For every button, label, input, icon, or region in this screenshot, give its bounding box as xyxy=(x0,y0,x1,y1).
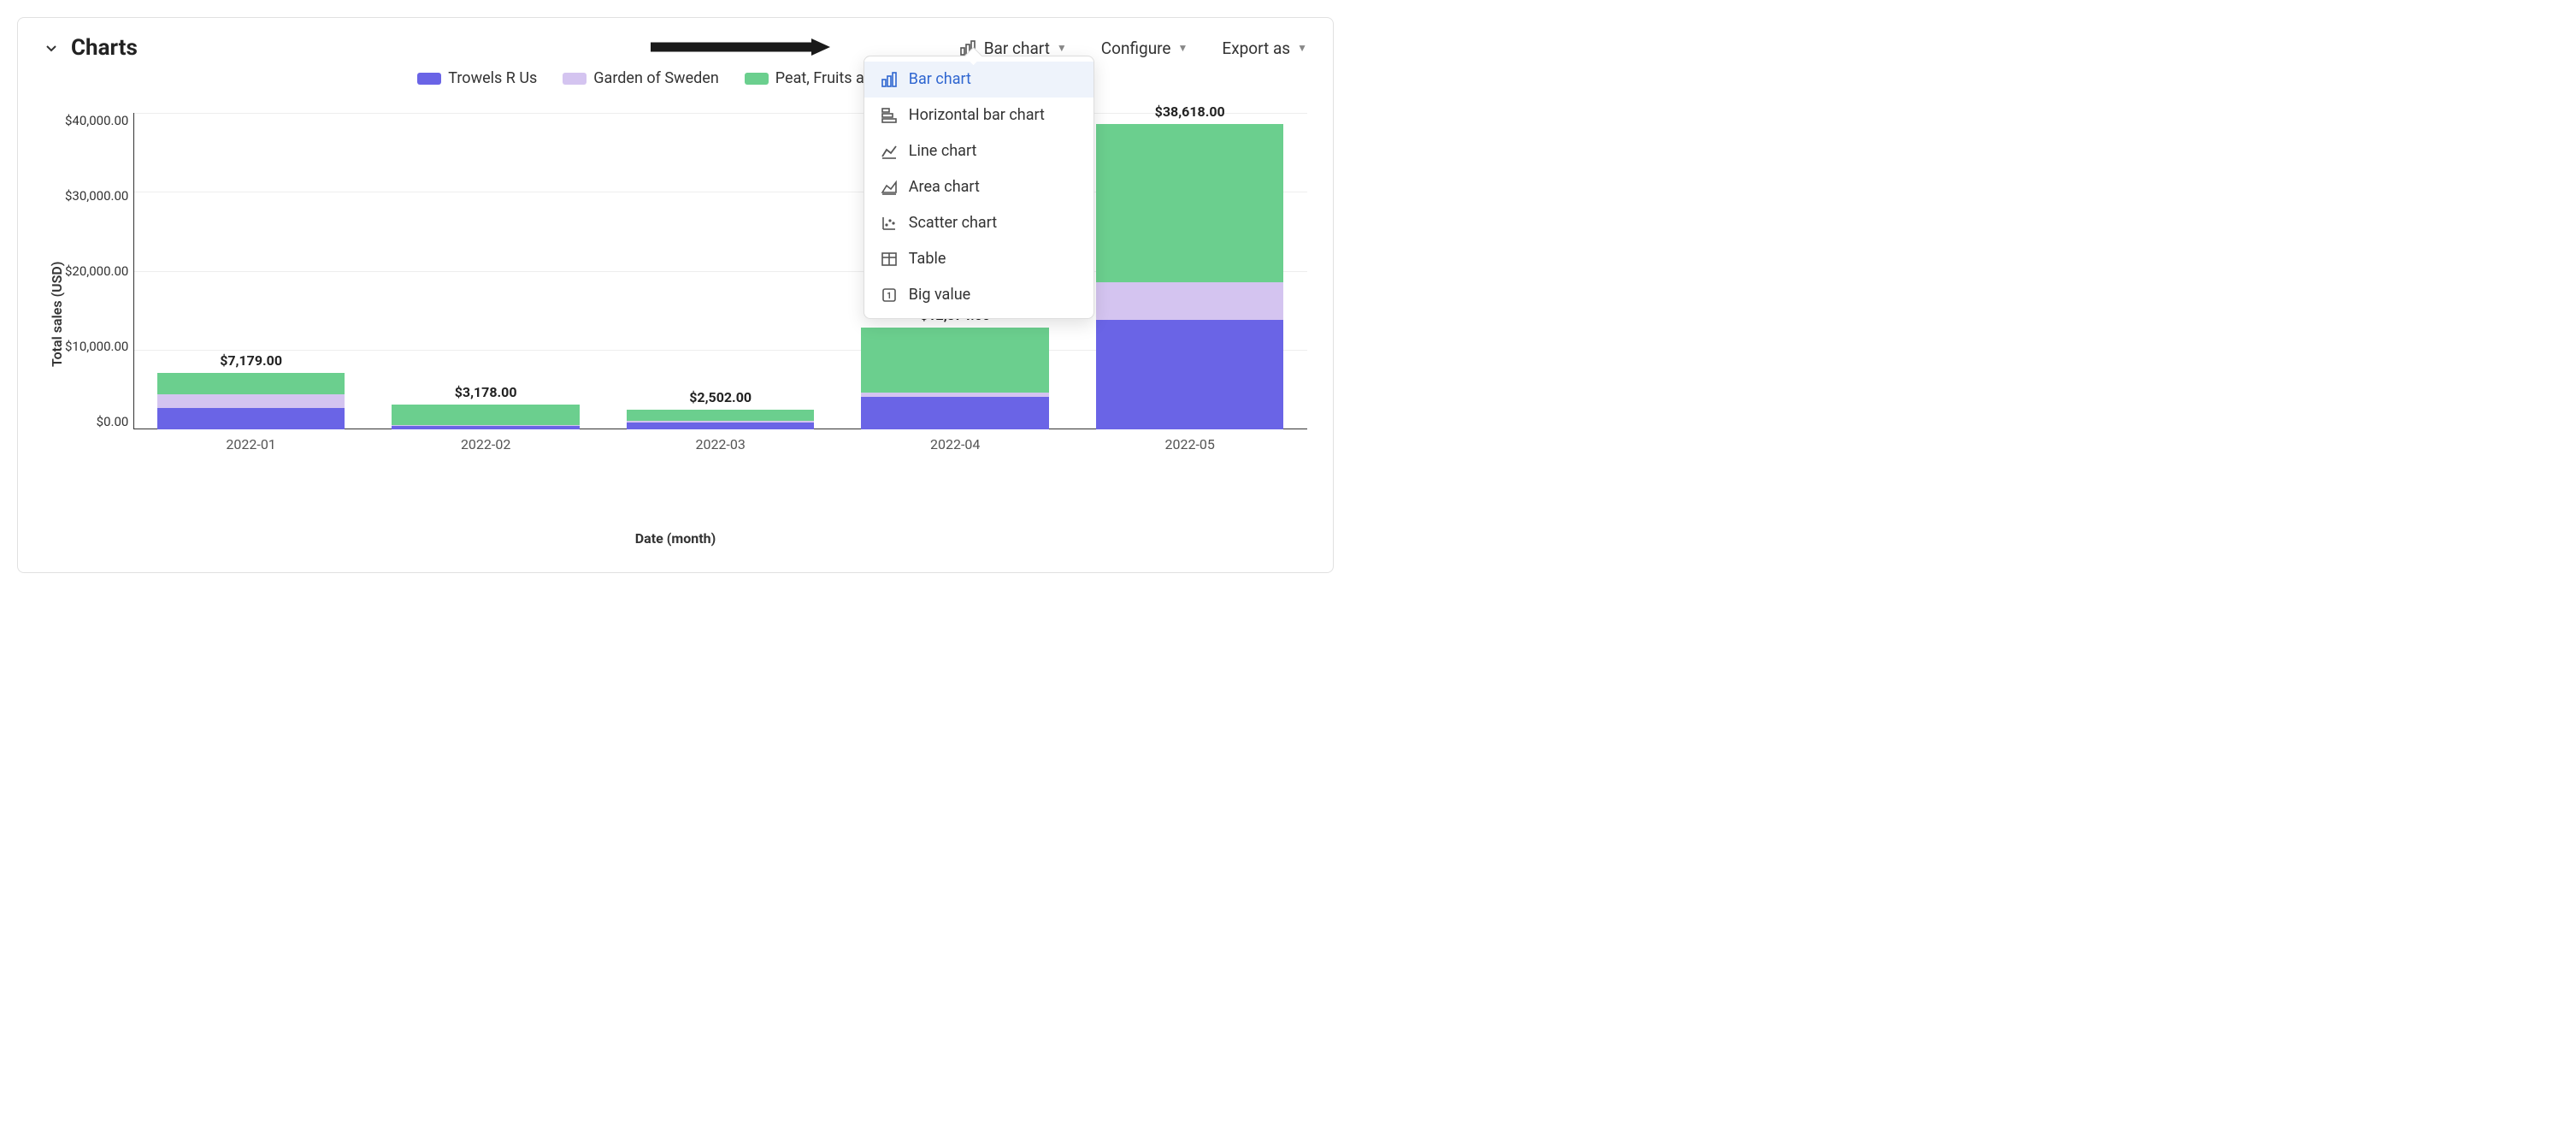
bar-container: $7,179.00 $3,178.00 $2,502.00 $12,874.00 $38… xyxy=(133,113,1307,429)
x-tick: 2022-04 xyxy=(930,436,980,452)
bar-total-label: $3,178.00 xyxy=(392,384,580,400)
configure-button[interactable]: Configure ▼ xyxy=(1101,38,1188,58)
dropdown-item-area-chart[interactable]: Area chart xyxy=(864,169,1093,205)
header-left: Charts xyxy=(44,35,138,61)
bar-group[interactable]: $3,178.00 xyxy=(392,405,580,429)
charts-panel: Charts Bar chart ▼ Bar chart xyxy=(17,17,1334,573)
bar-segment[interactable] xyxy=(157,408,345,429)
chart-area: Total sales (USD) $40,000.00 $30,000.00 … xyxy=(44,113,1307,472)
bar-group[interactable]: $12,874.00 xyxy=(861,328,1049,429)
y-axis-label: Total sales (USD) xyxy=(44,113,65,472)
dropdown-item-label: Table xyxy=(909,250,946,268)
dropdown-item-label: Area chart xyxy=(909,178,980,196)
x-tick: 2022-02 xyxy=(461,436,510,452)
bar-segment[interactable] xyxy=(1096,282,1284,320)
bar-total-label: $2,502.00 xyxy=(627,389,815,405)
caret-down-icon: ▼ xyxy=(1297,42,1307,54)
bar-segment[interactable] xyxy=(627,410,815,421)
dropdown-item-line-chart[interactable]: Line chart xyxy=(864,133,1093,169)
bar-group[interactable]: $38,618.00 xyxy=(1096,124,1284,429)
panel-title: Charts xyxy=(71,35,138,61)
dropdown-item-label: Bar chart xyxy=(909,70,971,88)
chart-type-dropdown: Bar chart Horizontal bar chart Line char… xyxy=(864,56,1094,319)
dropdown-item-big-value[interactable]: 1 Big value xyxy=(864,277,1093,313)
collapse-chevron-icon[interactable] xyxy=(44,40,59,56)
configure-label: Configure xyxy=(1101,38,1171,58)
bar-total-label: $7,179.00 xyxy=(157,352,345,369)
dropdown-item-scatter-chart[interactable]: Scatter chart xyxy=(864,205,1093,241)
bar-segment[interactable] xyxy=(392,426,580,429)
legend-swatch xyxy=(417,73,441,85)
dropdown-item-label: Horizontal bar chart xyxy=(909,106,1045,124)
y-tick: $40,000.00 xyxy=(65,113,128,128)
x-tick: 2022-03 xyxy=(695,436,745,452)
dropdown-item-horizontal-bar[interactable]: Horizontal bar chart xyxy=(864,98,1093,133)
export-label: Export as xyxy=(1222,38,1290,58)
header-right: Bar chart ▼ Bar chart Horizontal bar cha… xyxy=(958,38,1307,58)
chart-type-selector[interactable]: Bar chart ▼ Bar chart Horizontal bar cha… xyxy=(958,38,1067,58)
line-chart-icon xyxy=(880,142,899,161)
caret-down-icon: ▼ xyxy=(1057,42,1067,54)
dropdown-item-label: Big value xyxy=(909,286,970,304)
horizontal-bar-chart-icon xyxy=(880,106,899,125)
panel-header: Charts Bar chart ▼ Bar chart xyxy=(44,35,1307,61)
caret-down-icon: ▼ xyxy=(1178,42,1188,54)
y-tick: $30,000.00 xyxy=(65,188,128,204)
legend-label: Trowels R Us xyxy=(448,69,537,87)
bar-group[interactable]: $2,502.00 xyxy=(627,410,815,429)
bar-segment[interactable] xyxy=(157,394,345,408)
dropdown-item-label: Line chart xyxy=(909,142,977,160)
legend-swatch xyxy=(745,73,769,85)
bar-total-label: $38,618.00 xyxy=(1096,103,1284,120)
plot-area: $7,179.00 $3,178.00 $2,502.00 $12,874.00 $38… xyxy=(133,113,1307,472)
dropdown-item-label: Scatter chart xyxy=(909,214,997,232)
chart-legend: Trowels R Us Garden of Sweden Peat, Frui… xyxy=(44,69,1307,87)
bar-segment[interactable] xyxy=(627,423,815,429)
legend-label: Garden of Sweden xyxy=(593,69,718,87)
svg-text:1: 1 xyxy=(887,292,892,301)
x-axis-label: Date (month) xyxy=(44,530,1307,547)
legend-item[interactable]: Garden of Sweden xyxy=(563,69,718,87)
legend-item[interactable]: Trowels R Us xyxy=(417,69,537,87)
table-icon xyxy=(880,250,899,269)
scatter-chart-icon xyxy=(880,214,899,233)
bar-segment[interactable] xyxy=(157,373,345,395)
bar-segment[interactable] xyxy=(392,405,580,426)
bar-segment[interactable] xyxy=(1096,320,1284,429)
x-tick: 2022-05 xyxy=(1164,436,1214,452)
y-tick: $10,000.00 xyxy=(65,339,128,354)
bar-group[interactable]: $7,179.00 xyxy=(157,373,345,429)
y-tick: $0.00 xyxy=(97,414,129,429)
legend-swatch xyxy=(563,73,587,85)
bar-chart-icon xyxy=(880,70,899,89)
x-axis-ticks: 2022-01 2022-02 2022-03 2022-04 2022-05 xyxy=(133,436,1307,452)
bar-segment[interactable] xyxy=(1096,124,1284,282)
y-tick: $20,000.00 xyxy=(65,263,128,279)
dropdown-item-bar-chart[interactable]: Bar chart xyxy=(864,62,1093,98)
big-value-icon: 1 xyxy=(880,286,899,304)
x-tick: 2022-01 xyxy=(226,436,275,452)
bar-segment[interactable] xyxy=(861,328,1049,393)
bar-segment[interactable] xyxy=(861,397,1049,429)
dropdown-item-table[interactable]: Table xyxy=(864,241,1093,277)
area-chart-icon xyxy=(880,178,899,197)
y-axis-ticks: $40,000.00 $30,000.00 $20,000.00 $10,000… xyxy=(65,113,133,429)
export-button[interactable]: Export as ▼ xyxy=(1222,38,1307,58)
